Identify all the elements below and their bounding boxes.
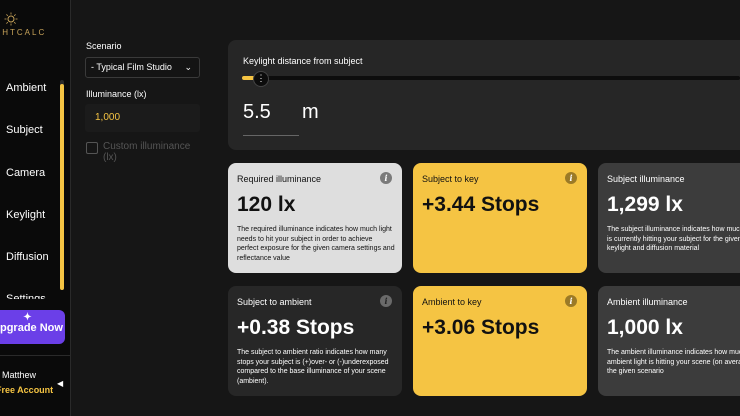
scenario-select[interactable]: - Typical Film Studio ⌄: [85, 57, 200, 78]
scenario-value: - Typical Film Studio: [91, 62, 172, 72]
required-illuminance-card: Required illuminance i 120 lx The requir…: [228, 163, 402, 273]
distance-unit: m: [302, 101, 319, 123]
custom-illuminance-checkbox[interactable]: [86, 142, 98, 154]
card-description: The required illuminance indicates how m…: [237, 226, 395, 262]
subject-illuminance-card: Subject illuminance 1,299 lx The subject…: [598, 163, 740, 273]
sidebar: GHTCALC Ambient Subject Camera Keylight …: [0, 0, 71, 416]
chevron-down-icon: ⌄: [184, 62, 192, 72]
upgrade-button[interactable]: ✦ Upgrade Now: [0, 310, 65, 344]
sidebar-item-ambient[interactable]: Ambient: [6, 82, 46, 94]
brand-logo[interactable]: GHTCALC: [0, 28, 46, 37]
distance-slider-track[interactable]: [242, 76, 740, 80]
sidebar-scroll-thumb[interactable]: [60, 84, 64, 290]
info-icon[interactable]: i: [380, 295, 392, 307]
sun-logo-icon: [4, 12, 18, 26]
card-title: Subject to key: [422, 174, 479, 184]
card-title: Subject illuminance: [607, 174, 685, 184]
card-value: +3.44 Stops: [422, 193, 540, 216]
distance-value-input[interactable]: 5.5: [243, 101, 271, 124]
card-title: Ambient to key: [422, 297, 482, 307]
sidebar-item-keylight[interactable]: Keylight: [6, 209, 45, 221]
user-name: Matthew: [2, 370, 37, 380]
subject-to-key-card: Subject to key i +3.44 Stops: [413, 163, 587, 273]
sidebar-divider: [0, 355, 70, 356]
user-plan: Free Account: [0, 385, 54, 395]
card-description: The ambient illuminance indicates how mu…: [607, 349, 740, 375]
card-title: Subject to ambient: [237, 297, 312, 307]
keylight-distance-title: Keylight distance from subject: [243, 56, 363, 66]
custom-illuminance-label: Custom illuminance (lx): [103, 141, 191, 163]
card-value: +3.06 Stops: [422, 316, 540, 339]
subject-to-ambient-card: Subject to ambient i +0.38 Stops The sub…: [228, 286, 402, 396]
info-icon[interactable]: i: [565, 295, 577, 307]
sidebar-item-subject[interactable]: Subject: [6, 124, 43, 136]
sidebar-item-diffusion[interactable]: Diffusion: [6, 251, 49, 263]
card-value: 1,000 lx: [607, 316, 683, 339]
card-value: 1,299 lx: [607, 193, 683, 216]
caret-left-icon[interactable]: ◀: [57, 379, 63, 388]
card-description: The subject illuminance indicates how mu…: [607, 226, 740, 252]
distance-slider-handle[interactable]: ⋮: [253, 71, 269, 87]
upgrade-label: Upgrade Now: [0, 322, 63, 334]
ambient-illuminance-card: Ambient illuminance 1,000 lx The ambient…: [598, 286, 740, 396]
sidebar-item-settings[interactable]: Settings: [6, 293, 46, 299]
card-description: The subject to ambient ratio indicates h…: [237, 349, 389, 385]
info-icon[interactable]: i: [380, 172, 392, 184]
info-icon[interactable]: i: [565, 172, 577, 184]
card-title: Required illuminance: [237, 174, 322, 184]
distance-underline: [243, 135, 299, 136]
card-value: +0.38 Stops: [237, 316, 355, 339]
card-title: Ambient illuminance: [607, 297, 688, 307]
illuminance-label: Illuminance (lx): [86, 89, 147, 99]
sidebar-item-camera[interactable]: Camera: [6, 167, 45, 179]
card-value: 120 lx: [237, 193, 296, 216]
scenario-label: Scenario: [86, 41, 122, 51]
ambient-to-key-card: Ambient to key i +3.06 Stops: [413, 286, 587, 396]
illuminance-input[interactable]: 1,000: [85, 104, 200, 132]
